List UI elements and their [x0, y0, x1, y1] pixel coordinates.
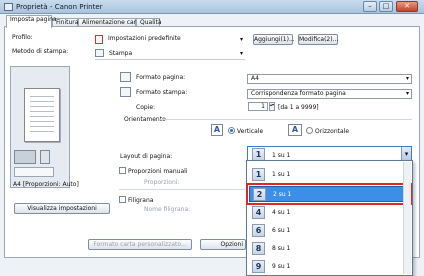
printer-app-icon [4, 3, 13, 11]
custom-paper-size-button[interactable]: Formato carta personalizzato... [88, 239, 192, 250]
edit-profile-button[interactable]: Modifica(2)... [298, 34, 338, 45]
layout-option-text: 6 su 1 [272, 227, 291, 234]
profile-label: Profilo: [12, 34, 33, 41]
preview-text-line [30, 111, 54, 112]
preview-text-line [30, 126, 54, 127]
landscape-label[interactable]: Orizzontale [315, 128, 349, 135]
preview-text-line [30, 96, 54, 97]
chevron-down-icon: ▾ [239, 36, 243, 43]
landscape-radio[interactable] [306, 127, 313, 134]
print-format-value: Corrispondenza formato pagina [251, 90, 346, 97]
preview-text-line [30, 131, 54, 132]
portrait-glyph: A [211, 124, 223, 136]
landscape-glyph: A [288, 124, 302, 136]
layout-option-text: 1 su 1 [272, 171, 291, 178]
print-format-combo[interactable]: Corrispondenza formato pagina ▾ [247, 89, 412, 99]
layout-option-number: 8 [252, 242, 265, 255]
layout-option[interactable]: 6 6 su 1 [249, 223, 409, 239]
copies-input[interactable]: 1 [248, 102, 268, 111]
chevron-down-icon: ▾ [405, 90, 409, 97]
layout-option-selected[interactable]: 2 2 su 1 [246, 183, 412, 205]
layout-option[interactable]: 9 9 su 1 [249, 259, 409, 275]
layout-option[interactable]: 4 4 su 1 [249, 205, 409, 221]
paper-format-label: Formato pagina: [136, 74, 186, 81]
layout-option-number: 2 [253, 188, 266, 201]
preview-text-line [30, 121, 54, 122]
output-method-label: Metodo di stampa: [12, 48, 69, 55]
layout-option-text: 8 su 1 [272, 245, 291, 252]
preview-text-line [30, 116, 54, 117]
output-method-value: Stampa [109, 50, 133, 57]
layout-option-number: 6 [252, 224, 265, 237]
copies-range: [da 1 a 9999] [278, 104, 319, 111]
view-settings-button[interactable]: Visualizza impostazioni [14, 203, 110, 214]
layout-selected-text: 1 su 1 [272, 152, 291, 159]
close-button[interactable]: ✕ [396, 1, 418, 12]
dropdown-scrollbar[interactable] [403, 162, 411, 274]
printer-illustration-icon [14, 150, 36, 164]
profile-value: Impostazioni predefinite [108, 35, 181, 42]
copies-spinner[interactable]: ▴▾ [269, 102, 275, 111]
layout-option-number: 4 [252, 206, 265, 219]
page-layout-dropdown-list: 1 1 su 1 2 2 su 1 4 4 su 1 6 6 su 1 8 8 … [246, 160, 413, 276]
preview-toolbar[interactable] [14, 167, 54, 177]
paper-stack-icon [40, 150, 50, 164]
manual-scaling-sub-label: Proporzioni: [144, 179, 180, 186]
paper-size-icon [120, 72, 131, 82]
portrait-label[interactable]: Verticale [237, 128, 263, 135]
page-layout-label: Layout di pagina: [120, 153, 173, 160]
layout-option[interactable]: 8 8 su 1 [249, 241, 409, 257]
layout-option-text: 2 su 1 [273, 191, 292, 198]
printer-icon [95, 49, 104, 57]
preview-text-line [30, 101, 54, 102]
watermark-sub-label: Nome filigrana: [144, 206, 191, 213]
tab-page-setup[interactable]: Imposta pagina [6, 15, 57, 28]
chevron-down-icon: ▾ [405, 75, 409, 82]
watermark-label[interactable]: Filigrana [128, 197, 153, 204]
page-options-button[interactable]: Opzioni [200, 239, 246, 250]
portrait-radio[interactable] [228, 127, 235, 134]
copies-label: Copie: [136, 104, 156, 111]
layout-option-number: 9 [252, 260, 265, 273]
paper-format-combo[interactable]: A4 ▾ [247, 74, 412, 84]
window-title: Proprietà - Canon Printer [16, 3, 103, 11]
paper-format-value: A4 [251, 75, 259, 82]
watermark-checkbox[interactable] [119, 196, 126, 203]
profile-icon [95, 35, 103, 44]
maximize-button[interactable]: □ [379, 1, 393, 12]
add-profile-button[interactable]: Aggiungi(1)... [253, 34, 295, 45]
manual-scaling-label[interactable]: Proporzioni manuali [128, 168, 187, 175]
preview-text-line [30, 106, 54, 107]
layout-option-text: 4 su 1 [272, 209, 291, 216]
preview-caption: A4 [Proporzioni: Auto] [13, 181, 79, 188]
minimize-button[interactable]: – [363, 1, 377, 12]
layout-option-text: 9 su 1 [272, 263, 291, 270]
section-divider [119, 189, 245, 190]
output-size-icon [120, 87, 131, 97]
manual-scaling-checkbox[interactable] [119, 167, 126, 174]
chevron-down-icon: ▾ [239, 50, 243, 57]
layout-option-number: 1 [252, 168, 265, 181]
layout-option[interactable]: 1 1 su 1 [249, 167, 409, 183]
profile-combo[interactable]: Impostazioni predefinite ▾ [95, 34, 245, 46]
orientation-divider [160, 119, 412, 120]
output-method-combo[interactable]: Stampa ▾ [95, 48, 245, 60]
print-format-label: Formato stampa: [136, 89, 188, 96]
